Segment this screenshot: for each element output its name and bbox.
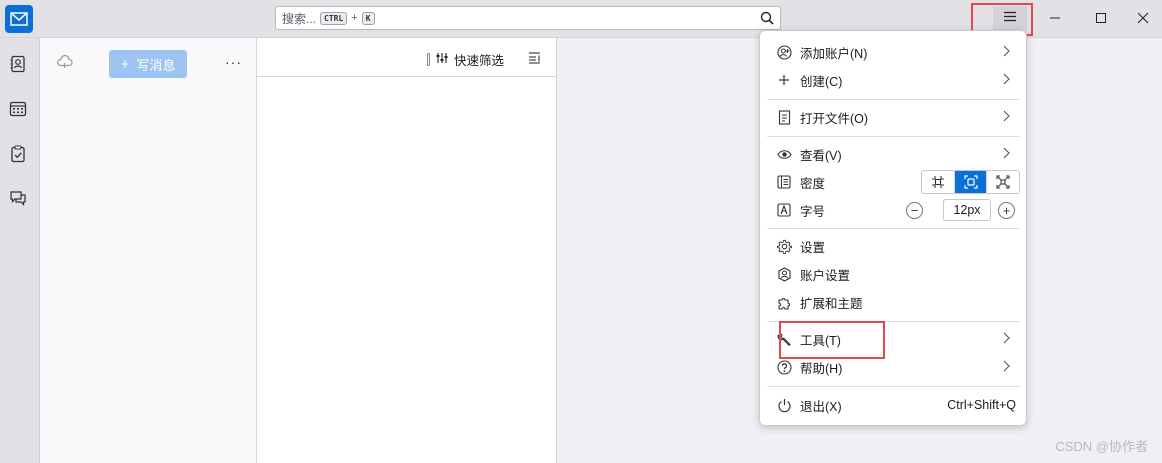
power-icon [776, 397, 792, 413]
search-icon[interactable] [760, 11, 774, 28]
menu-item-label: 扩展和主题 [800, 296, 863, 311]
account-settings-icon [776, 266, 792, 282]
menu-item-label: 查看(V) [800, 148, 842, 163]
open-file-icon [776, 109, 792, 125]
quick-filter-button[interactable]: 快速筛选 [427, 50, 504, 69]
chevron-right-icon [1002, 45, 1010, 60]
eye-icon [776, 146, 792, 162]
write-message-label: 写消息 [136, 57, 176, 73]
gear-icon [776, 238, 792, 254]
menu-item-add-account[interactable]: 添加账户(N) [767, 39, 1020, 65]
app-menu-popup: 添加账户(N) 创建(C) 打开文件(O) 查看(V) 密度 字号 − 12px… [759, 30, 1027, 426]
close-button[interactable] [1120, 0, 1162, 36]
ctrl-key-hint: CTRL [320, 11, 348, 25]
menu-item-label: 添加账户(N) [800, 46, 868, 61]
font-size-increase-button[interactable]: + [998, 202, 1015, 219]
minimize-button[interactable] [1032, 0, 1078, 36]
menu-separator [767, 99, 1020, 100]
menu-item-open-file[interactable]: 打开文件(O) [767, 104, 1020, 130]
menu-item-label: 设置 [800, 240, 826, 255]
menu-item-label: 字号 [800, 204, 826, 219]
cloud-icon[interactable] [56, 54, 73, 72]
chevron-right-icon [1002, 332, 1010, 347]
search-placeholder: 搜索... [282, 11, 317, 26]
quick-filter-divider [427, 53, 430, 66]
menu-item-label: 帮助(H) [800, 361, 843, 376]
menu-item-label: 创建(C) [800, 74, 843, 89]
key-plus: + [351, 12, 358, 24]
density-compact-button[interactable] [922, 171, 955, 193]
puzzle-piece-icon [776, 294, 792, 310]
spaces-toolbar [0, 38, 40, 463]
help-icon [776, 359, 792, 375]
maximize-button[interactable] [1078, 0, 1124, 36]
font-size-value[interactable]: 12px [943, 199, 991, 221]
chevron-right-icon [1002, 147, 1010, 162]
folder-pane-more-button[interactable]: ··· [225, 54, 242, 70]
plus-icon: + [120, 55, 130, 73]
menu-item-addons-themes[interactable]: 扩展和主题 [767, 289, 1020, 315]
menu-item-font-size: 字号 − 12px + [767, 197, 1020, 223]
menu-separator [767, 386, 1020, 387]
menu-item-account-settings[interactable]: 账户设置 [767, 261, 1020, 287]
write-message-button[interactable]: + 写消息 [109, 50, 187, 78]
menu-item-view[interactable]: 查看(V) [767, 141, 1020, 167]
thread-pane-header: 快速筛选 [257, 38, 557, 77]
density-normal-button[interactable] [954, 171, 988, 193]
menu-separator [767, 136, 1020, 137]
font-size-icon [776, 202, 792, 218]
folder-pane: + 写消息 ··· [40, 38, 257, 463]
mail-app-icon[interactable] [5, 5, 33, 33]
filter-sliders-icon [436, 52, 448, 67]
menu-item-density: 密度 [767, 169, 1020, 195]
menu-item-create[interactable]: 创建(C) [767, 67, 1020, 93]
menu-item-quit[interactable]: 退出(X) Ctrl+Shift+Q [767, 392, 1020, 418]
add-account-icon [776, 44, 792, 60]
search-input[interactable]: 搜索... CTRL + K [275, 6, 781, 30]
tasks-icon[interactable] [8, 144, 28, 164]
thread-pane: 快速筛选 [257, 38, 557, 463]
k-key-hint: K [361, 11, 375, 25]
font-size-decrease-button[interactable]: − [906, 202, 923, 219]
chevron-right-icon [1002, 110, 1010, 125]
quick-filter-label: 快速筛选 [454, 54, 505, 68]
display-options-icon[interactable] [528, 51, 541, 68]
menu-item-label: 账户设置 [800, 268, 851, 283]
chevron-right-icon [1002, 360, 1010, 375]
menu-item-label: 退出(X) [800, 399, 842, 414]
menu-item-label: 打开文件(O) [800, 111, 869, 126]
chat-icon[interactable] [8, 188, 28, 208]
watermark: CSDN @协作者 [1055, 439, 1148, 454]
density-icon [776, 174, 792, 190]
address-book-icon[interactable] [8, 54, 28, 74]
plus-icon [776, 72, 792, 88]
quit-shortcut: Ctrl+Shift+Q [947, 398, 1016, 412]
chevron-right-icon [1002, 73, 1010, 88]
highlight-box-tools [779, 321, 885, 359]
menu-item-settings[interactable]: 设置 [767, 233, 1020, 259]
menu-separator [767, 228, 1020, 229]
calendar-icon[interactable] [8, 99, 28, 119]
density-relaxed-button[interactable] [987, 171, 1019, 193]
density-toggle-group [921, 170, 1020, 194]
menu-item-label: 密度 [800, 176, 826, 191]
